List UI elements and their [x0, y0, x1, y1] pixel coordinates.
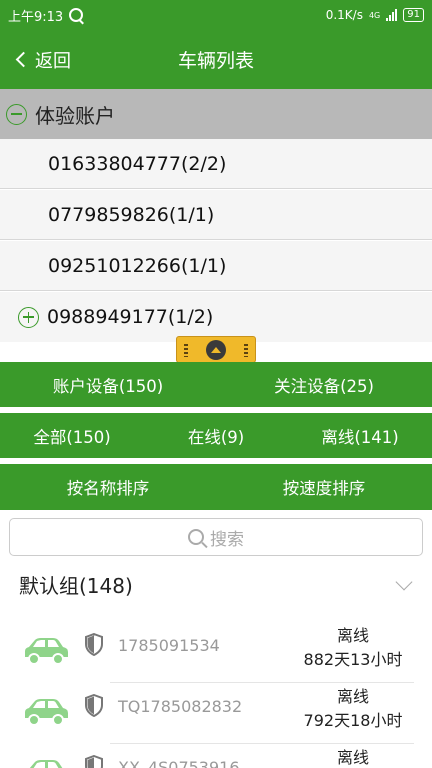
- vehicle-status: 离线: [336, 748, 369, 767]
- account-item[interactable]: 01633804777(2/2): [0, 139, 432, 189]
- chevron-down-icon[interactable]: [395, 573, 413, 591]
- sort-tabs: 按名称排序 按速度排序: [0, 464, 432, 510]
- arrow-up-icon: [206, 339, 226, 360]
- app-notification-icon: [69, 8, 84, 22]
- back-button[interactable]: 返回: [14, 30, 71, 89]
- chevron-left-icon: [15, 51, 32, 68]
- title-bar: 返回 车辆列表: [0, 30, 432, 89]
- account-item[interactable]: 0779859826(1/1): [0, 190, 432, 240]
- search-placeholder: 搜索: [210, 529, 244, 550]
- back-label: 返回: [35, 50, 71, 72]
- tab-online[interactable]: 在线(9): [144, 413, 288, 458]
- vehicle-name: 1785091534: [118, 636, 220, 655]
- vehicle-status: 离线: [336, 626, 369, 645]
- shield-icon: [85, 633, 103, 656]
- vehicle-row[interactable]: XX_4S0753916 离线: [0, 744, 432, 768]
- vehicle-name: TQ1785082832: [118, 697, 243, 716]
- vehicle-name: XX_4S0753916: [118, 758, 240, 768]
- tab-account-devices[interactable]: 账户设备(150): [0, 362, 216, 407]
- account-group-name: 体验账户: [35, 103, 115, 128]
- tab-offline[interactable]: 离线(141): [288, 413, 432, 458]
- search-input[interactable]: 搜索: [9, 518, 423, 556]
- account-item-label: 09251012266(1/1): [48, 254, 227, 277]
- vehicle-row[interactable]: 1785091534 离线 882天13小时: [0, 622, 432, 683]
- account-item[interactable]: 09251012266(1/1): [0, 241, 432, 291]
- car-icon: [25, 638, 68, 665]
- network-type: 4G: [368, 10, 381, 20]
- collapse-icon: [6, 103, 27, 125]
- account-item-label: 0779859826(1/1): [48, 203, 215, 226]
- vehicle-duration: 882天13小时: [303, 650, 403, 669]
- status-time: 上午9:13: [8, 9, 64, 25]
- panel-drag-handle[interactable]: [176, 336, 256, 363]
- car-icon: [25, 699, 68, 726]
- vehicle-row[interactable]: TQ1785082832 离线 792天18小时: [0, 683, 432, 744]
- car-icon: [29, 760, 63, 768]
- network-speed: 0.1K/s: [325, 8, 363, 22]
- tab-all[interactable]: 全部(150): [0, 413, 144, 458]
- account-item-label: 01633804777(2/2): [48, 152, 227, 175]
- battery-icon: 91: [403, 8, 424, 22]
- tab-followed-devices[interactable]: 关注设备(25): [216, 362, 432, 407]
- search-icon: [188, 529, 204, 545]
- account-item-label: 0988949177(1/2): [47, 306, 214, 328]
- sort-by-name-button[interactable]: 按名称排序: [0, 464, 216, 510]
- account-item[interactable]: 0988949177(1/2): [0, 292, 432, 342]
- signal-icon: [386, 9, 398, 21]
- shield-icon: [85, 755, 103, 768]
- sort-by-speed-button[interactable]: 按速度排序: [216, 464, 432, 510]
- vehicle-duration: 792天18小时: [303, 711, 403, 730]
- status-tabs: 全部(150) 在线(9) 离线(141): [0, 413, 432, 458]
- status-bar: 上午9:13 0.1K/s 4G 91: [0, 0, 432, 30]
- device-tabs: 账户设备(150) 关注设备(25): [0, 362, 432, 407]
- expand-icon[interactable]: [18, 306, 39, 328]
- account-group-header[interactable]: 体验账户: [0, 89, 432, 139]
- vehicle-status: 离线: [336, 687, 369, 706]
- page-title: 车辆列表: [177, 50, 254, 72]
- vehicle-group-title[interactable]: 默认组(148): [19, 570, 133, 599]
- shield-icon: [85, 694, 103, 717]
